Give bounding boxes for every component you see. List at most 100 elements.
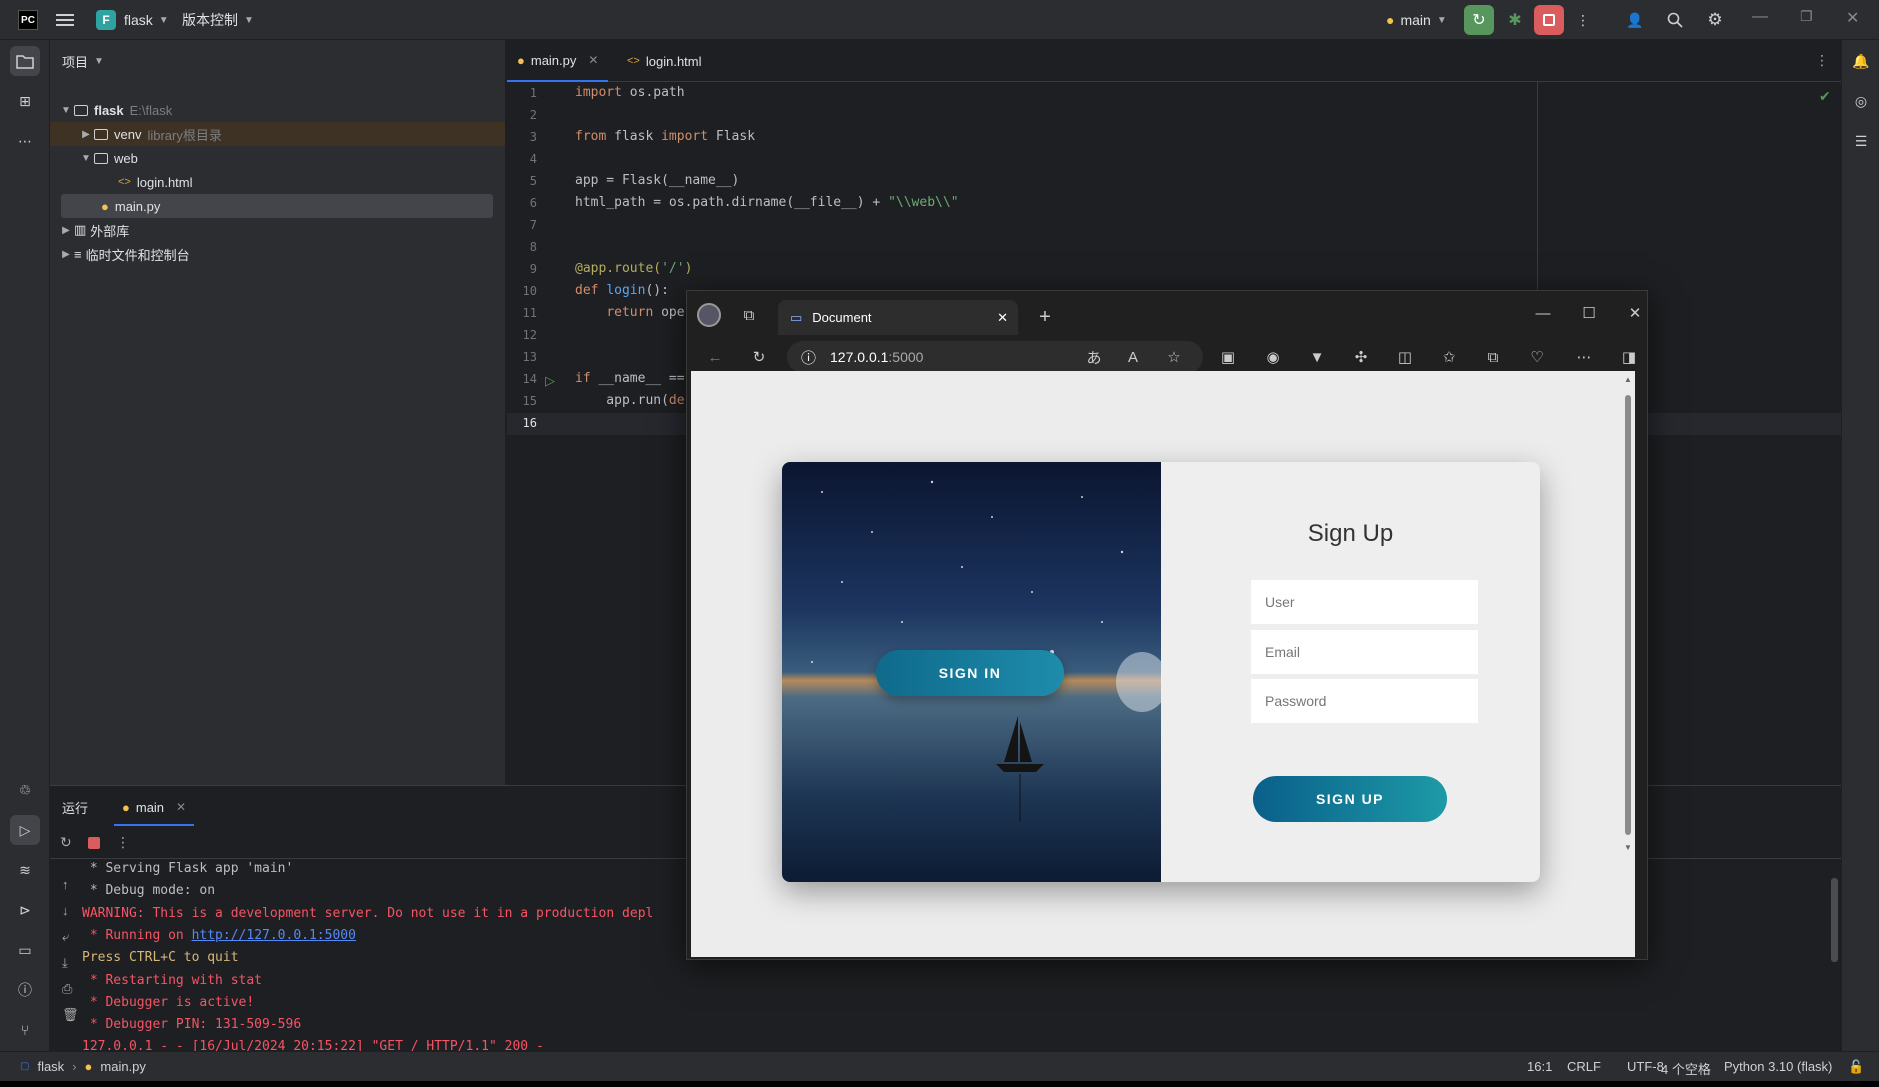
breadcrumb-file[interactable]: main.py [100, 1059, 146, 1074]
more-horizontal-icon[interactable]: ⋯ [1570, 343, 1598, 371]
page-scroll-thumb[interactable] [1625, 395, 1631, 835]
tree-item-scratches[interactable]: ▶ ≡ 临时文件和控制台 [58, 242, 189, 266]
console-scrollbar[interactable] [1831, 878, 1838, 962]
sign-up-button[interactable]: SIGN UP [1253, 776, 1447, 822]
print-icon[interactable]: ⎙ [62, 976, 79, 1002]
code-line-1[interactable]: import os.path [575, 85, 685, 100]
run-config-selector[interactable]: ● main ▼ [1386, 0, 1447, 40]
tree-item-web[interactable]: ▼ web [78, 146, 138, 170]
browser-essentials-icon[interactable]: ♡ [1523, 343, 1551, 371]
refresh-button[interactable]: ↻ [745, 343, 773, 371]
notifications-button[interactable]: 🔔 [1846, 46, 1876, 76]
code-line-11[interactable]: return ope [575, 305, 684, 320]
close-icon[interactable]: ✕ [997, 310, 1008, 326]
line-number[interactable]: 5 [507, 174, 537, 188]
project-switcher[interactable]: F flask ▼ [96, 0, 169, 40]
stop-icon[interactable] [88, 837, 100, 849]
database-button[interactable]: ☰ [1846, 126, 1876, 156]
translate-icon[interactable]: あ [1080, 343, 1108, 371]
line-number[interactable]: 6 [507, 196, 537, 210]
stop-button[interactable] [1534, 5, 1564, 35]
favorites-icon[interactable]: ✩ [1435, 343, 1463, 371]
code-line-6[interactable]: html_path = os.path.dirname(__file__) + … [575, 195, 959, 210]
file-encoding[interactable]: UTF-8 [1627, 1059, 1664, 1074]
restore-button[interactable]: ❐ [1800, 8, 1813, 25]
vcs-menu[interactable]: 版本控制 ▼ [182, 0, 254, 40]
browser-maximize-button[interactable]: ☐ [1575, 299, 1603, 327]
rerun-button[interactable]: ↻ [60, 834, 72, 851]
editor-options-button[interactable]: ⋮ [1815, 52, 1829, 69]
lock-icon[interactable]: 🔓 [1848, 1059, 1864, 1075]
line-number[interactable]: 13 [507, 350, 537, 364]
problems-button[interactable]: ⓘ [10, 975, 40, 1005]
tree-item-flask-root[interactable]: ▼ flask E:\flask [58, 98, 172, 122]
console-link[interactable]: http://127.0.0.1:5000 [192, 928, 356, 943]
sidebar-toggle-icon[interactable]: ◨ [1615, 343, 1643, 371]
git-button[interactable]: ⑂ [10, 1015, 40, 1045]
tree-item-main-py[interactable]: ● main.py [61, 194, 493, 218]
favorite-star-icon[interactable]: ☆ [1160, 343, 1188, 371]
trash-icon[interactable]: 🗑 [62, 1002, 79, 1028]
more-actions-button[interactable]: ⋮ [1568, 5, 1598, 35]
minimize-button[interactable]: — [1752, 8, 1768, 26]
services-button[interactable]: ⊳ [10, 895, 40, 925]
project-tool-button[interactable] [10, 46, 40, 76]
main-menu-button[interactable] [56, 0, 74, 40]
code-line-15[interactable]: app.run(de [575, 393, 684, 408]
line-number[interactable]: 3 [507, 130, 537, 144]
soft-wrap-icon[interactable]: ⤶ [62, 924, 79, 950]
tab-login-html[interactable]: <> login.html [617, 40, 712, 82]
close-button[interactable]: ✕ [1846, 8, 1859, 28]
tree-item-venv[interactable]: ▶ venv library根目录 [50, 122, 505, 146]
rerun-button[interactable]: ↻ [1464, 5, 1494, 35]
page-scrollbar[interactable]: ▲ ▼ [1623, 375, 1633, 953]
caret-position[interactable]: 16:1 [1527, 1059, 1552, 1074]
tree-item-login-html[interactable]: <> login.html [118, 170, 193, 194]
indent-setting[interactable]: 4 个空格 [1661, 1059, 1711, 1078]
run-tab-main[interactable]: ● main ✕ [114, 790, 195, 826]
code-line-5[interactable]: app = Flask(__name__) [575, 173, 739, 188]
line-number[interactable]: 2 [507, 108, 537, 122]
ai-assistant-button[interactable]: ◎ [1846, 86, 1876, 116]
line-number[interactable]: 10 [507, 284, 537, 298]
browser-close-button[interactable]: ✕ [1621, 299, 1649, 327]
line-number[interactable]: 11 [507, 306, 537, 320]
terminal-button[interactable]: ▭ [10, 935, 40, 965]
python-packages-button[interactable]: ≋ [10, 855, 40, 885]
password-input[interactable]: Password [1251, 679, 1478, 723]
debug-button[interactable]: ✱ [1500, 5, 1530, 35]
project-panel-header[interactable]: 项目 ▼ [62, 52, 104, 71]
python-console-button[interactable]: ♲ [10, 775, 40, 805]
search-button[interactable] [1660, 5, 1690, 35]
email-input[interactable]: Email [1251, 630, 1478, 674]
extension-2-icon[interactable]: ◉ [1259, 343, 1287, 371]
tree-item-external-libraries[interactable]: ▶ ▥ 外部库 [58, 218, 129, 242]
run-tool-button[interactable]: ▷ [10, 815, 40, 845]
read-aloud-icon[interactable]: A [1119, 343, 1147, 371]
interpreter[interactable]: Python 3.10 (flask) [1724, 1059, 1832, 1074]
profile-avatar[interactable] [697, 303, 721, 327]
browser-minimize-button[interactable]: — [1529, 299, 1557, 327]
scroll-up-icon[interactable]: ↑ [62, 872, 79, 898]
tab-main-py[interactable]: ● main.py ✕ [507, 40, 609, 82]
new-tab-button[interactable]: + [1031, 303, 1059, 331]
extension-1-icon[interactable]: ▣ [1214, 343, 1242, 371]
sign-in-button[interactable]: SIGN IN [876, 650, 1064, 696]
scroll-down-arrow-icon[interactable]: ▼ [1624, 843, 1632, 852]
line-number[interactable]: 4 [507, 152, 537, 166]
scroll-up-arrow-icon[interactable]: ▲ [1624, 375, 1632, 384]
split-screen-icon[interactable]: ◫ [1391, 343, 1419, 371]
more-tools-button[interactable]: ⋯ [10, 126, 40, 156]
line-number[interactable]: 1 [507, 86, 537, 100]
line-number[interactable]: 9 [507, 262, 537, 276]
code-line-10[interactable]: def login(): [575, 283, 669, 298]
extension-3-icon[interactable]: ▼ [1303, 343, 1331, 371]
line-number[interactable]: 7 [507, 218, 537, 232]
structure-tool-button[interactable]: ⊞ [10, 86, 40, 116]
scroll-down-icon[interactable]: ↓ [62, 898, 79, 924]
extensions-icon[interactable]: ✣ [1347, 343, 1375, 371]
back-button[interactable]: ← [701, 343, 729, 371]
line-separator[interactable]: CRLF [1567, 1059, 1601, 1074]
code-with-me-button[interactable]: 👤 [1620, 5, 1650, 35]
close-icon[interactable]: ✕ [588, 53, 598, 67]
